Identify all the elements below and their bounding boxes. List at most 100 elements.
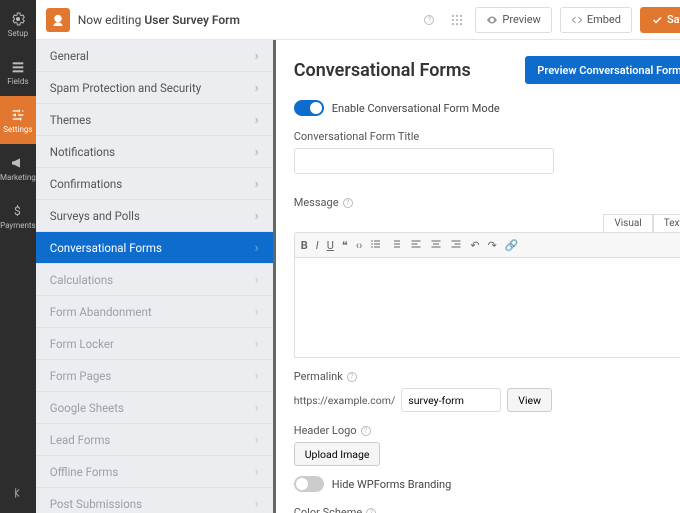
eye-icon	[486, 14, 498, 26]
settings-item-general[interactable]: General ›	[36, 40, 273, 72]
list-icon	[10, 59, 26, 75]
settings-item-confirmations[interactable]: Confirmations ›	[36, 168, 273, 200]
message-editor[interactable]	[294, 258, 680, 358]
settings-item-label: Lead Forms	[50, 433, 111, 447]
settings-item-calculations[interactable]: Calculations ›	[36, 264, 273, 296]
settings-item-label: Notifications	[50, 145, 115, 159]
editing-label: Now editing User Survey Form	[78, 13, 240, 27]
chevron-right-icon: ›	[255, 432, 259, 448]
settings-item-label: Offline Forms	[50, 465, 119, 479]
settings-item-themes[interactable]: Themes ›	[36, 104, 273, 136]
help-icon[interactable]: ?	[343, 198, 353, 208]
chevron-right-icon: ›	[255, 176, 259, 192]
hide-branding-label: Hide WPForms Branding	[332, 478, 452, 491]
settings-item-label: Form Pages	[50, 369, 112, 383]
rail-fields[interactable]: Fields	[0, 48, 36, 96]
settings-item-label: Confirmations	[50, 177, 122, 191]
rail-collapse[interactable]	[0, 473, 36, 513]
permalink-prefix: https://example.com/	[294, 394, 396, 407]
chevron-right-icon: ›	[255, 48, 259, 64]
link-icon[interactable]: 🔗	[505, 239, 519, 252]
code-icon[interactable]: ‹›	[356, 239, 363, 252]
chevron-right-icon: ›	[255, 336, 259, 352]
editor-toolbar: B I U ❝ ‹› ↶ ↷ 🔗	[294, 232, 680, 258]
chevron-right-icon: ›	[255, 112, 259, 128]
settings-item-label: Themes	[50, 113, 91, 127]
panel-title: Conversational Forms	[294, 60, 471, 81]
settings-item-label: General	[50, 49, 89, 63]
settings-item-label: Calculations	[50, 273, 113, 287]
settings-item-label: Google Sheets	[50, 401, 124, 415]
rail-marketing[interactable]: Marketing	[0, 144, 36, 192]
chevron-right-icon: ›	[255, 464, 259, 480]
upload-image-button[interactable]: Upload Image	[294, 442, 381, 466]
embed-button[interactable]: Embed	[560, 7, 632, 33]
redo-icon[interactable]: ↷	[488, 239, 497, 252]
title-label: Conversational Form Title	[294, 130, 680, 143]
help-icon[interactable]: ?	[347, 372, 357, 382]
settings-item-notifications[interactable]: Notifications ›	[36, 136, 273, 168]
help-icon[interactable]: ?	[419, 10, 439, 30]
visual-tab[interactable]: Visual	[603, 214, 652, 232]
settings-item-form-abandonment[interactable]: Form Abandonment›	[36, 296, 273, 328]
chevron-right-icon: ›	[255, 368, 259, 384]
underline-icon[interactable]: U	[327, 239, 334, 252]
chevron-right-icon: ›	[255, 496, 259, 512]
collapse-icon	[11, 486, 25, 500]
topbar: Now editing User Survey Form ? Preview E…	[36, 0, 680, 40]
rail-settings[interactable]: Settings	[0, 96, 36, 144]
ul-icon[interactable]	[370, 238, 382, 253]
chevron-right-icon: ›	[255, 80, 259, 96]
permalink-input[interactable]	[401, 388, 501, 412]
settings-item-spam-protection-and-security[interactable]: Spam Protection and Security›	[36, 72, 273, 104]
left-rail: Setup Fields Settings Marketing $ Paymen…	[0, 0, 36, 513]
hide-branding-toggle[interactable]	[294, 476, 324, 492]
rail-payments[interactable]: $ Payments	[0, 192, 36, 240]
preview-conversational-button[interactable]: Preview Conversational Form	[525, 56, 680, 84]
settings-item-form-pages[interactable]: Form Pages ›	[36, 360, 273, 392]
ol-icon[interactable]	[390, 238, 402, 253]
header-logo-label: Header Logo?	[294, 424, 680, 437]
settings-item-conversational-forms[interactable]: Conversational Forms ›	[36, 232, 273, 264]
bold-icon[interactable]: B	[301, 239, 308, 252]
chevron-right-icon: ›	[255, 240, 259, 256]
undo-icon[interactable]: ↶	[470, 239, 479, 252]
italic-icon[interactable]: I	[316, 239, 319, 252]
chevron-right-icon: ›	[255, 304, 259, 320]
settings-item-offline-forms[interactable]: Offline Forms ›	[36, 456, 273, 488]
sliders-icon	[10, 107, 26, 123]
view-button[interactable]: View	[507, 388, 552, 412]
permalink-label: Permalink?	[294, 370, 680, 383]
save-button[interactable]: Save	[640, 7, 680, 33]
apps-icon[interactable]	[447, 10, 467, 30]
settings-item-lead-forms[interactable]: Lead Forms ›	[36, 424, 273, 456]
title-input[interactable]	[294, 148, 554, 174]
text-tab[interactable]: Text	[653, 214, 680, 232]
align-right-icon[interactable]	[450, 238, 462, 253]
settings-item-label: Conversational Forms	[50, 241, 162, 255]
quote-icon[interactable]: ❝	[342, 239, 348, 252]
chevron-right-icon: ›	[255, 272, 259, 288]
code-icon	[571, 14, 583, 26]
align-center-icon[interactable]	[430, 238, 442, 253]
settings-item-surveys-and-polls[interactable]: Surveys and Polls›	[36, 200, 273, 232]
preview-button[interactable]: Preview	[475, 7, 551, 33]
main: Now editing User Survey Form ? Preview E…	[36, 0, 680, 513]
settings-item-form-locker[interactable]: Form Locker›	[36, 328, 273, 360]
gear-icon	[10, 11, 26, 27]
settings-item-label: Surveys and Polls	[50, 209, 140, 223]
align-left-icon[interactable]	[410, 238, 422, 253]
svg-text:$: $	[14, 204, 21, 218]
chevron-right-icon: ›	[255, 144, 259, 160]
chevron-right-icon: ›	[255, 400, 259, 416]
help-icon[interactable]: ?	[366, 508, 376, 513]
settings-list: General›Spam Protection and Security›The…	[36, 40, 276, 513]
rail-setup[interactable]: Setup	[0, 0, 36, 48]
settings-item-google-sheets[interactable]: Google Sheets ›	[36, 392, 273, 424]
wpforms-logo	[46, 8, 70, 32]
enable-toggle[interactable]	[294, 100, 324, 116]
settings-item-post-submissions[interactable]: Post Submissions›	[36, 488, 273, 513]
enable-label: Enable Conversational Form Mode	[332, 102, 500, 115]
content: General›Spam Protection and Security›The…	[36, 40, 680, 513]
help-icon[interactable]: ?	[361, 426, 371, 436]
